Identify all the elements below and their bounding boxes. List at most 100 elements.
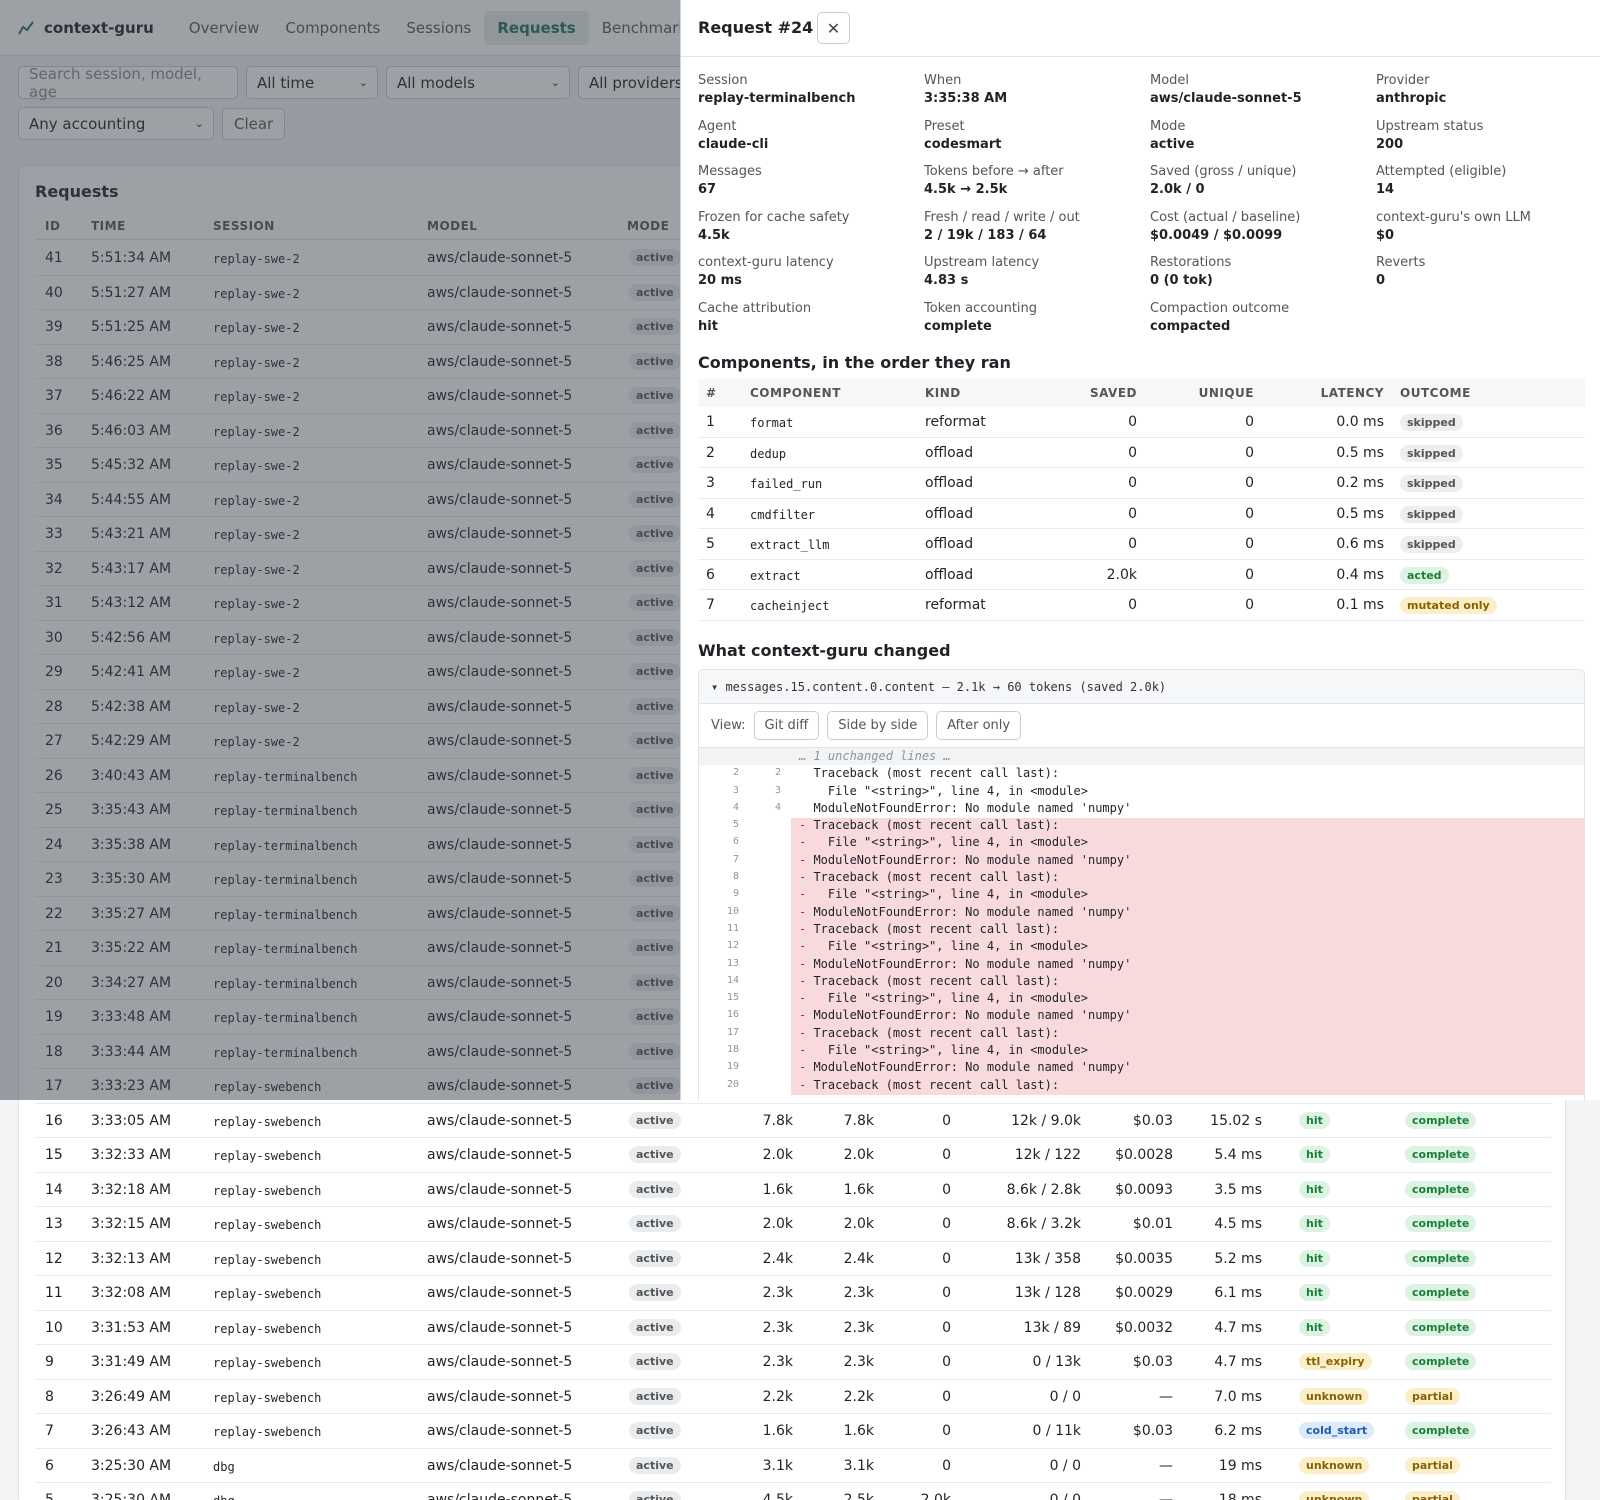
ccol-outcome: OUTCOME: [1400, 386, 1471, 400]
table-row[interactable]: 9 3:31:49 AM replay-swebench aws/claude-son…: [35, 1345, 1551, 1380]
cell-cost: $0.0028: [1115, 1147, 1173, 1163]
table-row[interactable]: 14 3:32:18 AM replay-swebench aws/claude-so…: [35, 1173, 1551, 1207]
diff-removed-line: 17 - Traceback (most recent call last):: [699, 1025, 1584, 1044]
cell-model: aws/claude-sonnet-5: [427, 1216, 573, 1232]
diff-removed-line: 13 - ModuleNotFoundError: No module named…: [699, 956, 1584, 974]
diff-removed-line: 19 - ModuleNotFoundError: No module named…: [699, 1059, 1584, 1078]
field-label: Upstream status: [1376, 118, 1484, 134]
field-label: Agent: [698, 118, 737, 134]
comp-unique: 0: [1245, 536, 1254, 552]
comp-latency: 0.4 ms: [1336, 566, 1384, 583]
diff-context-line: 4 4 ModuleNotFoundError: No module named …: [699, 800, 1584, 817]
cell-tokens-before: 2.2k: [762, 1388, 793, 1405]
table-row[interactable]: 15 3:32:33 AM replay-swebench aws/claude-so…: [35, 1138, 1551, 1173]
old-line-number: 20: [726, 1078, 739, 1090]
drawer-title: Request #24: [698, 18, 814, 37]
field-label: Saved (gross / unique): [1150, 164, 1297, 179]
cell-latency: 5.2 ms: [1214, 1250, 1262, 1267]
diff-removed-line: 15 - File "<string>", line 4, in <module>: [699, 990, 1584, 1009]
diff-text: File "<string>", line 4, in <module>: [799, 783, 1088, 798]
cell-time: 3:32:33 AM: [91, 1147, 172, 1163]
comp-kind: offload: [925, 444, 974, 461]
diff-removed-line: 14 - Traceback (most recent call last):: [699, 973, 1584, 992]
diff-code: File "<string>", line 4, in <module>: [791, 784, 1584, 801]
outcome-badge: skipped: [1400, 444, 1463, 462]
new-line-number: 3: [774, 784, 781, 796]
component-row[interactable]: 7 cacheinject reformat 0 0 0.1 ms mutated only: [698, 590, 1585, 621]
cell-session: replay-swebench: [213, 1321, 322, 1336]
table-row[interactable]: 5 3:25:30 AM dbg aws/claude-sonnet-5 active 4…: [35, 1483, 1551, 1500]
field-value: codesmart: [924, 136, 1002, 152]
cell-tokens-before: 2.0k: [762, 1147, 793, 1163]
component-row[interactable]: 6 extract offload 2.0k 0 0.4 ms acted: [698, 560, 1585, 590]
old-line-number: 7: [732, 853, 739, 865]
component-row[interactable]: 4 cmdfilter offload 0 0 0.5 ms skipped: [698, 499, 1585, 529]
cache-badge: hit: [1299, 1318, 1330, 1336]
table-row[interactable]: 13 3:32:15 AM replay-swebench aws/claude-so…: [35, 1207, 1551, 1242]
field-value: 0 (0 tok): [1150, 273, 1213, 288]
component-row[interactable]: 3 failed_run offload 0 0 0.2 ms skipped: [698, 468, 1585, 499]
git-diff-button[interactable]: Git diff: [753, 711, 820, 740]
accounting-badge: partial: [1405, 1387, 1460, 1405]
component-row[interactable]: 5 extract_llm offload 0 0 0.6 ms skipped: [698, 529, 1585, 560]
table-row[interactable]: 16 3:33:05 AM replay-swebench aws/claude-so…: [35, 1104, 1551, 1138]
cache-badge: hit: [1299, 1111, 1330, 1129]
comp-saved: 0: [1128, 414, 1137, 430]
field-label: Tokens before → after: [924, 164, 1064, 179]
new-line-number: 4: [774, 801, 781, 813]
diff-text: ModuleNotFoundError: No module named 'nu…: [806, 1008, 1132, 1023]
diff-summary-toggle[interactable]: ▾ messages.15.content.0.content — 2.1k →…: [699, 670, 1584, 704]
diff-text: Traceback (most recent call last):: [799, 766, 1060, 781]
ccol-saved: SAVED: [1089, 386, 1137, 400]
drawer-header: Request #24 ✕: [681, 0, 1600, 57]
cell-tokens-before: 7.8k: [762, 1112, 793, 1129]
cell-latency: 19 ms: [1218, 1457, 1262, 1474]
cell-model: aws/claude-sonnet-5: [427, 1250, 573, 1267]
diff-code: - File "<string>", line 4, in <module>: [791, 939, 1584, 957]
field-context-guru-s-own-llm: context-guru's own LLM $0: [1376, 210, 1596, 243]
diff-code: - ModuleNotFoundError: No module named '…: [791, 956, 1584, 974]
component-row[interactable]: 1 format reformat 0 0 0.0 ms skipped: [698, 407, 1585, 438]
comp-unique: 0: [1245, 414, 1254, 430]
table-row[interactable]: 11 3:32:08 AM replay-swebench aws/claude-so…: [35, 1276, 1551, 1311]
diff-removed-line: 11 - Traceback (most recent call last):: [699, 921, 1584, 940]
field-value: 200: [1376, 136, 1404, 152]
cell-latency: 6.2 ms: [1214, 1423, 1262, 1439]
cell-model: aws/claude-sonnet-5: [427, 1181, 573, 1198]
cell-saved: 0: [942, 1423, 951, 1439]
cell-saved: 0: [942, 1216, 951, 1232]
cell-model: aws/claude-sonnet-5: [427, 1147, 573, 1163]
comp-latency: 0.5 ms: [1336, 444, 1384, 461]
table-row[interactable]: 6 3:25:30 AM dbg aws/claude-sonnet-5 active 3…: [35, 1449, 1551, 1483]
field-value: active: [1150, 136, 1195, 152]
field-label: Attempted (eligible): [1376, 164, 1507, 179]
table-row[interactable]: 10 3:31:53 AM replay-swebench aws/claude-so…: [35, 1311, 1551, 1345]
diff-removed-line: 8 - Traceback (most recent call last):: [699, 869, 1584, 888]
modal-backdrop[interactable]: [0, 0, 680, 1100]
mode-badge: active: [629, 1422, 681, 1439]
cell-tokens-after: 7.8k: [843, 1112, 874, 1129]
diff-text: Traceback (most recent call last):: [806, 818, 1060, 833]
cell-saved: 0: [942, 1457, 951, 1474]
close-button[interactable]: ✕: [817, 12, 850, 44]
cell-tokens-before: 2.0k: [762, 1216, 793, 1232]
table-row[interactable]: 12 3:32:13 AM replay-swebench aws/claude-so…: [35, 1242, 1551, 1276]
after-only-button[interactable]: After only: [936, 711, 1022, 740]
table-row[interactable]: 7 3:26:43 AM replay-swebench aws/claude-son…: [35, 1414, 1551, 1449]
old-line-number: 14: [726, 974, 739, 986]
old-line-number: 10: [726, 905, 739, 917]
cell-saved: 0: [942, 1147, 951, 1163]
cell-session: replay-swebench: [213, 1183, 322, 1198]
table-row[interactable]: 8 3:26:49 AM replay-swebench aws/claude-son…: [35, 1380, 1551, 1414]
accounting-badge: complete: [1405, 1111, 1477, 1129]
component-row[interactable]: 2 dedup offload 0 0 0.5 ms skipped: [698, 438, 1585, 468]
cell-latency: 4.7 ms: [1214, 1354, 1262, 1370]
cell-cost: $0.01: [1132, 1216, 1173, 1232]
cache-badge: hit: [1299, 1284, 1330, 1301]
old-line-number: 19: [726, 1061, 739, 1073]
mode-badge: active: [629, 1387, 681, 1405]
ccol-num: #: [706, 386, 717, 400]
cell-saved: 0: [942, 1354, 951, 1370]
side-by-side-button[interactable]: Side by side: [827, 711, 929, 740]
comp-kind: reformat: [925, 597, 986, 613]
